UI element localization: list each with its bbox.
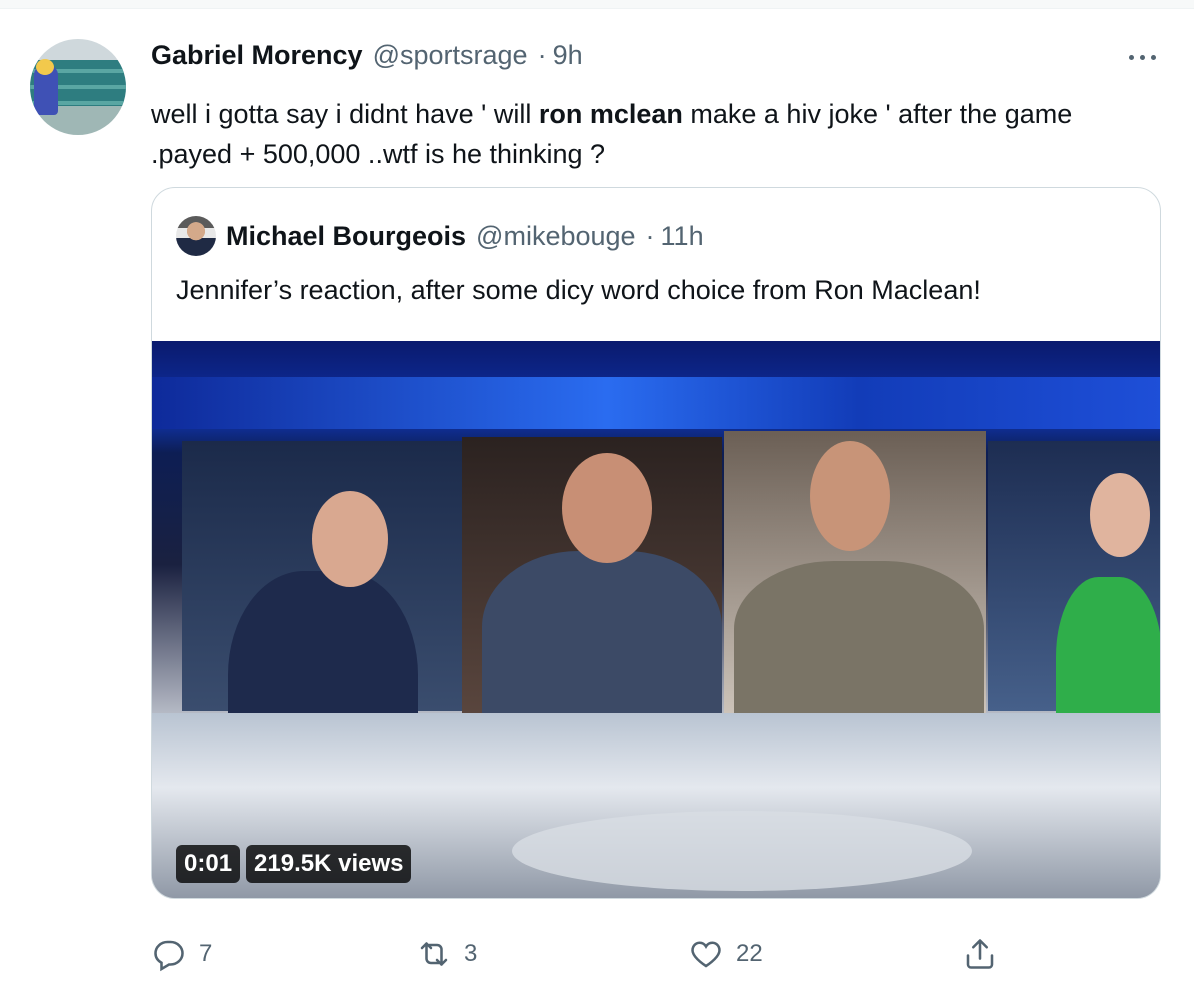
quoted-author-name: Michael Bourgeois xyxy=(226,220,467,251)
host-right xyxy=(734,561,984,731)
studio-light-band xyxy=(152,377,1160,429)
quoted-header: Michael Bourgeois @mikebouge · 11h xyxy=(176,216,704,256)
quoted-author-handle: @mikebouge xyxy=(476,220,636,251)
reply-icon xyxy=(154,940,184,972)
quoted-text: Jennifer’s reaction, after some dicy wor… xyxy=(176,275,981,305)
video-player[interactable]: 0:01 219.5K views xyxy=(152,341,1160,898)
share-button[interactable] xyxy=(962,934,998,974)
tweet-text-before: well i gotta say i didnt have ' will xyxy=(151,99,539,129)
host-far-right-face xyxy=(1090,473,1150,557)
host-right-face xyxy=(810,441,890,551)
reply-count: 7 xyxy=(199,940,213,967)
quoted-time: 11h xyxy=(660,220,704,251)
host-left-face xyxy=(312,491,388,587)
studio-desk-front xyxy=(512,811,972,891)
video-timestamp: 0:01 xyxy=(176,845,241,883)
tweet-text: well i gotta say i didnt have ' will ron… xyxy=(151,94,1151,174)
reply-button[interactable]: 7 xyxy=(151,934,212,974)
more-icon[interactable] xyxy=(1122,45,1162,69)
share-icon xyxy=(966,939,994,969)
quoted-separator-dot: · xyxy=(645,220,655,251)
tweet-time[interactable]: 9h xyxy=(553,40,583,71)
retweet-icon xyxy=(420,942,448,966)
author-avatar[interactable] xyxy=(30,39,126,135)
tweet-card[interactable]: Gabriel Morency @sportsrage · 9h well i … xyxy=(0,8,1194,990)
tweet-actions: 7 3 22 xyxy=(0,934,1194,974)
quoted-author-avatar xyxy=(176,216,216,256)
video-views: 219.5K views xyxy=(246,845,412,883)
quoted-tweet[interactable]: Michael Bourgeois @mikebouge · 11h Jenni… xyxy=(151,187,1161,899)
video-badges: 0:01 219.5K views xyxy=(176,845,412,883)
like-icon xyxy=(691,941,721,968)
like-count: 22 xyxy=(736,940,763,967)
separator-dot: · xyxy=(537,39,547,70)
retweet-count: 3 xyxy=(464,940,478,967)
author-name[interactable]: Gabriel Morency xyxy=(151,40,363,71)
like-button[interactable]: 22 xyxy=(688,934,763,974)
tweet-header: Gabriel Morency @sportsrage · 9h xyxy=(151,39,583,71)
retweet-button[interactable]: 3 xyxy=(416,934,477,974)
author-handle[interactable]: @sportsrage xyxy=(373,40,528,71)
tweet-text-bold: ron mclean xyxy=(538,99,683,129)
host-center-face xyxy=(562,453,652,563)
